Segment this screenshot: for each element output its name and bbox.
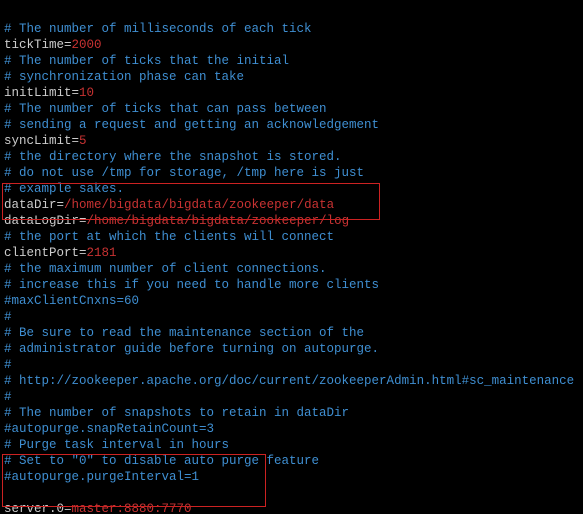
comment-line: # do not use /tmp for storage, /tmp here…: [4, 166, 364, 180]
config-value-datalogdir: /home/bigdata/bigdata/zookeeper/log: [87, 214, 350, 228]
config-value-server0: master:8880:7770: [72, 502, 192, 514]
equals-sign: =: [57, 198, 65, 212]
comment-line: # Purge task interval in hours: [4, 438, 229, 452]
comment-line: # The number of milliseconds of each tic…: [4, 22, 312, 36]
comment-line: # the maximum number of client connectio…: [4, 262, 327, 276]
config-key-datadir: dataDir: [4, 198, 57, 212]
config-key-ticktime: tickTime: [4, 38, 64, 52]
comment-line: # The number of snapshots to retain in d…: [4, 406, 349, 420]
comment-line: # The number of ticks that the initial: [4, 54, 289, 68]
comment-line: # administrator guide before turning on …: [4, 342, 379, 356]
comment-line: #autopurge.snapRetainCount=3: [4, 422, 214, 436]
comment-line: # sending a request and getting an ackno…: [4, 118, 379, 132]
comment-line: # http://zookeeper.apache.org/doc/curren…: [4, 374, 574, 388]
config-key-server0: server.0: [4, 502, 64, 514]
config-value-clientport: 2181: [87, 246, 117, 260]
comment-line: #: [4, 310, 12, 324]
config-key-initlimit: initLimit: [4, 86, 72, 100]
equals-sign: =: [72, 86, 80, 100]
comment-line: # The number of ticks that can pass betw…: [4, 102, 327, 116]
config-value-datadir: /home/bigdata/bigdata/zookeeper/data: [64, 198, 334, 212]
config-key-synclimit: syncLimit: [4, 134, 72, 148]
equals-sign: =: [64, 502, 72, 514]
equals-sign: =: [64, 38, 72, 52]
comment-line: #: [4, 358, 12, 372]
comment-line: # the directory where the snapshot is st…: [4, 150, 342, 164]
comment-line: # example sakes.: [4, 182, 124, 196]
config-value-initlimit: 10: [79, 86, 94, 100]
comment-line: # the port at which the clients will con…: [4, 230, 334, 244]
comment-line: # Set to "0" to disable auto purge featu…: [4, 454, 319, 468]
equals-sign: =: [79, 214, 87, 228]
config-value-synclimit: 5: [79, 134, 87, 148]
terminal-editor[interactable]: # The number of milliseconds of each tic…: [0, 0, 583, 514]
config-value-ticktime: 2000: [72, 38, 102, 52]
comment-line: #maxClientCnxns=60: [4, 294, 139, 308]
comment-line: # synchronization phase can take: [4, 70, 244, 84]
equals-sign: =: [79, 246, 87, 260]
comment-line: #: [4, 390, 12, 404]
config-key-datalogdir: dataLogDir: [4, 214, 79, 228]
comment-line: # Be sure to read the maintenance sectio…: [4, 326, 364, 340]
comment-line: # increase this if you need to handle mo…: [4, 278, 379, 292]
config-key-clientport: clientPort: [4, 246, 79, 260]
equals-sign: =: [72, 134, 80, 148]
comment-line: #autopurge.purgeInterval=1: [4, 470, 199, 484]
